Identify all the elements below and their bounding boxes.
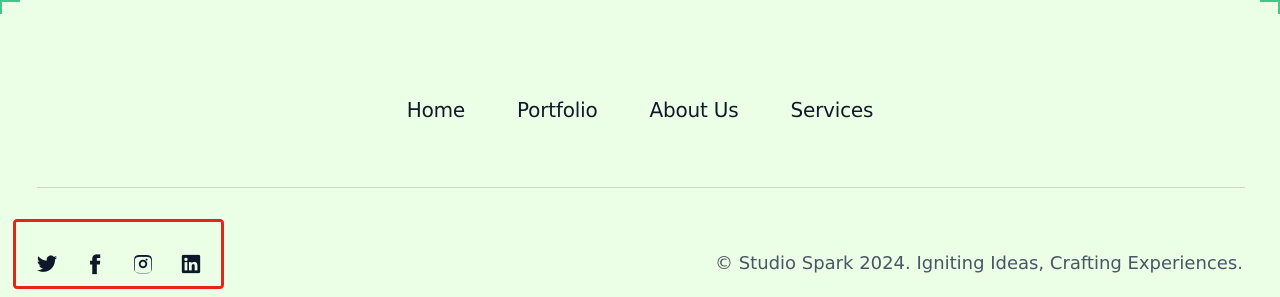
nav-link-home[interactable]: Home bbox=[407, 98, 465, 122]
instagram-icon[interactable] bbox=[131, 252, 155, 276]
copyright-text: © Studio Spark 2024. Igniting Ideas, Cra… bbox=[715, 253, 1243, 274]
facebook-icon[interactable] bbox=[83, 252, 107, 276]
social-links bbox=[35, 252, 203, 276]
footer-divider bbox=[37, 187, 1245, 188]
nav-link-services[interactable]: Services bbox=[790, 98, 873, 122]
nav-link-portfolio[interactable]: Portfolio bbox=[517, 98, 598, 122]
corner-accent-left-vertical bbox=[0, 0, 2, 14]
corner-accent-left bbox=[0, 0, 20, 2]
footer-nav: Home Portfolio About Us Services bbox=[0, 98, 1280, 122]
nav-link-about-us[interactable]: About Us bbox=[650, 98, 739, 122]
corner-accent-right bbox=[1260, 0, 1280, 2]
linkedin-icon[interactable] bbox=[179, 252, 203, 276]
twitter-icon[interactable] bbox=[35, 252, 59, 276]
